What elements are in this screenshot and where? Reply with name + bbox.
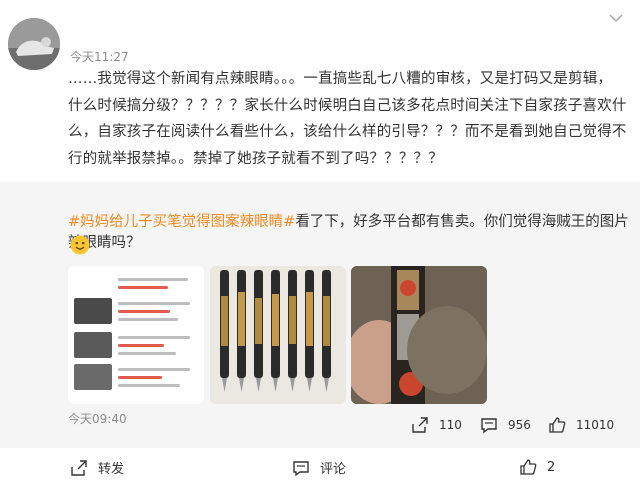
post-line: 么，自家孩子在阅读什么看些什么，该给什么样的引导？？？而不是看到她自己觉得不 <box>68 124 627 140</box>
like-count: 11010 <box>576 418 615 432</box>
comment-count: 956 <box>508 418 531 432</box>
like-button[interactable]: 2 <box>519 458 555 476</box>
product-title-line <box>118 384 180 387</box>
chevron-down-icon[interactable] <box>604 6 628 30</box>
repost-card[interactable]: #妈妈给儿子买笔觉得图案辣眼睛#看了下，好多平台都有售卖。你们觉得海贼王的图片辣… <box>0 182 640 486</box>
comment-button[interactable]: 评论 <box>292 458 346 477</box>
repost-text: #妈妈给儿子买笔觉得图案辣眼睛#看了下，好多平台都有售卖。你们觉得海贼王的图片辣… <box>68 210 634 252</box>
product-price-line <box>118 310 170 313</box>
product-price-line <box>118 344 164 347</box>
post-line: ……我觉得这个新闻有点辣眼睛。。。一直搞些乱七八糟的审核，又是打码又是剪辑， <box>68 71 613 87</box>
product-list-row <box>74 362 198 396</box>
share-count: 110 <box>439 418 462 432</box>
comment-icon <box>293 460 309 476</box>
like-label: 2 <box>547 459 556 475</box>
share-stat[interactable]: 110 <box>411 416 462 434</box>
avatar-image <box>8 18 60 70</box>
repost-time: 今天09:40 <box>68 412 127 426</box>
product-title-line <box>118 278 188 281</box>
pen-closeup-image <box>351 266 487 404</box>
product-title-line <box>118 368 190 371</box>
product-thumb <box>74 364 112 390</box>
like-stat[interactable]: 11010 <box>548 416 614 434</box>
comment-stat[interactable]: 956 <box>480 416 531 434</box>
avatar[interactable] <box>8 18 60 70</box>
like-icon <box>520 459 537 475</box>
image-thumbnail-pen-closeup[interactable] <box>351 266 487 404</box>
product-title-line <box>118 318 178 321</box>
topic-tag-link[interactable]: #妈妈给儿子买笔觉得图案辣眼睛# <box>68 214 295 230</box>
forward-button[interactable]: 转发 <box>70 458 124 477</box>
share-icon <box>412 417 428 433</box>
post-line: 什么时候搞分级？？？？？家长什么时候明白自己该多花点时间关注下自家孩子喜欢什 <box>68 97 627 114</box>
product-thumb <box>74 298 112 324</box>
smile-emoji-icon <box>70 235 90 255</box>
product-title-line <box>118 352 176 355</box>
action-bar: 转发 评论 2 <box>0 448 640 486</box>
post-time: 今天11:27 <box>70 50 129 64</box>
forward-label: 转发 <box>98 462 125 477</box>
comment-icon <box>481 418 497 434</box>
image-thumbnail-product-list[interactable] <box>68 266 204 404</box>
product-price-line <box>118 286 168 289</box>
post-text: ……我觉得这个新闻有点辣眼睛。。。一直搞些乱七八糟的审核，又是打码又是剪辑， 什… <box>68 66 636 172</box>
pens-image <box>210 266 346 404</box>
product-title-line <box>118 302 190 305</box>
product-list-row <box>74 330 198 364</box>
product-thumb <box>74 332 112 358</box>
comment-label: 评论 <box>320 462 347 477</box>
share-icon <box>71 459 87 476</box>
image-thumbnail-pens[interactable] <box>210 266 346 404</box>
post-line: 行的就举报禁掉。。禁掉了她孩子就看不到了吗？？？？？ <box>68 150 443 167</box>
product-list-row <box>74 296 198 330</box>
product-price-line <box>118 376 162 379</box>
product-title-line <box>118 336 190 339</box>
like-icon <box>549 417 566 433</box>
post-card: 今天11:27 ……我觉得这个新闻有点辣眼睛。。。一直搞些乱七八糟的审核，又是打… <box>0 0 640 182</box>
